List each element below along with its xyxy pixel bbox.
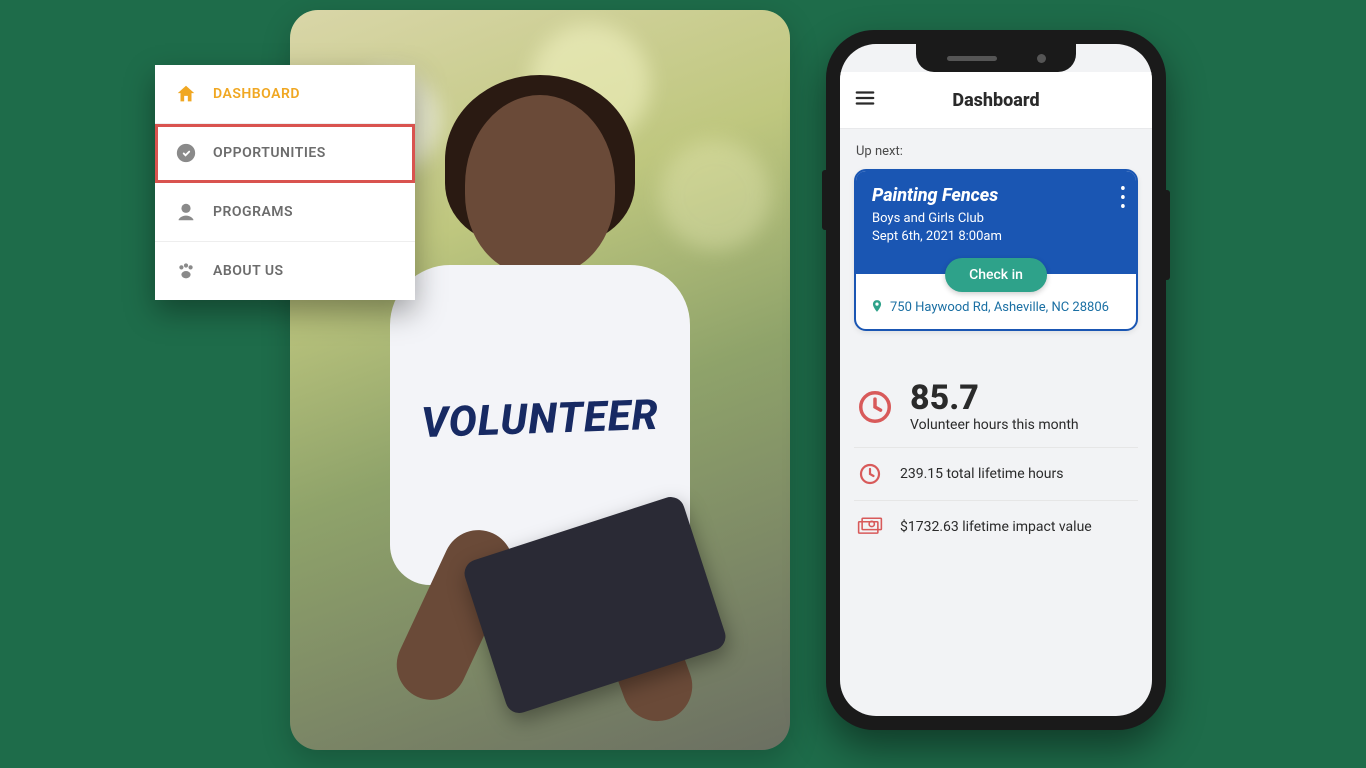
sidebar-item-label: PROGRAMS [213, 204, 293, 220]
paw-icon [175, 260, 197, 282]
stat-lifetime-hours-text: 239.15 total lifetime hours [900, 466, 1063, 482]
stats-section: 85.7 Volunteer hours this month 239.15 t… [854, 373, 1138, 553]
event-org: Boys and Girls Club [872, 210, 1120, 228]
sidebar-item-label: ABOUT US [213, 263, 284, 279]
globe-hand-icon [175, 201, 197, 223]
check-in-button[interactable]: Check in [945, 258, 1047, 292]
sidebar-item-opportunities[interactable]: OPPORTUNITIES [155, 124, 415, 183]
sidebar-item-about-us[interactable]: ABOUT US [155, 242, 415, 300]
app-title: Dashboard [854, 90, 1138, 111]
map-pin-icon [870, 298, 884, 317]
stat-lifetime-value: $1732.63 lifetime impact value [854, 501, 1138, 553]
cash-icon [856, 513, 884, 541]
more-vert-icon[interactable]: ••• [1120, 183, 1126, 215]
check-circle-icon [175, 142, 197, 164]
stat-lifetime-value-text: $1732.63 lifetime impact value [900, 519, 1092, 535]
sidebar-menu: DASHBOARD OPPORTUNITIES PROGRAMS ABOUT U… [155, 65, 415, 300]
phone-screen: Dashboard Up next: Painting Fences Boys … [840, 44, 1152, 716]
event-address: 750 Haywood Rd, Asheville, NC 28806 [890, 300, 1109, 315]
clock-icon [856, 388, 894, 426]
stat-month-hours-value: 85.7 [910, 381, 1079, 415]
stat-month-hours: 85.7 Volunteer hours this month [854, 373, 1138, 448]
event-card-header: Painting Fences Boys and Girls Club Sept… [856, 171, 1136, 274]
sidebar-item-label: DASHBOARD [213, 86, 300, 102]
stat-month-hours-label: Volunteer hours this month [910, 417, 1079, 433]
up-next-label: Up next: [856, 144, 1136, 159]
shirt-text: VOLUNTEER [420, 391, 659, 448]
event-card[interactable]: Painting Fences Boys and Girls Club Sept… [854, 169, 1138, 331]
clock-icon [856, 460, 884, 488]
sidebar-item-programs[interactable]: PROGRAMS [155, 183, 415, 242]
event-title: Painting Fences [872, 185, 1120, 206]
sidebar-item-label: OPPORTUNITIES [213, 145, 326, 161]
phone-frame: Dashboard Up next: Painting Fences Boys … [826, 30, 1166, 730]
app-bar: Dashboard [840, 72, 1152, 128]
home-icon [175, 83, 197, 105]
stat-lifetime-hours: 239.15 total lifetime hours [854, 448, 1138, 501]
phone-notch [916, 44, 1076, 72]
app-content: Up next: Painting Fences Boys and Girls … [840, 128, 1152, 565]
event-datetime: Sept 6th, 2021 8:00am [872, 228, 1120, 246]
sidebar-item-dashboard[interactable]: DASHBOARD [155, 65, 415, 124]
